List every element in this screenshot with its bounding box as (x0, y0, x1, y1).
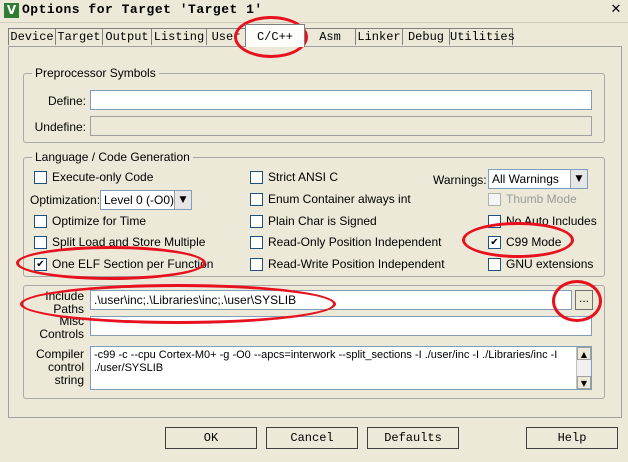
optimization-select[interactable]: Level 0 (-O0) ▼ (100, 190, 192, 210)
warnings-label: Warnings: (433, 173, 487, 187)
cancel-button[interactable]: Cancel (266, 427, 358, 449)
enum-container-label: Enum Container always int (268, 192, 411, 206)
thumb-mode-checkbox: Thumb Mode (488, 192, 577, 206)
language-group: Language / Code Generation Execute-only … (23, 150, 605, 277)
check-icon: ✔ (34, 257, 47, 271)
preprocessor-group: Preprocessor Symbols Define: Undefine: (23, 66, 605, 143)
defaults-button[interactable]: Defaults (367, 427, 459, 449)
chevron-down-icon[interactable]: ▼ (174, 191, 191, 209)
checkbox-box (488, 257, 501, 271)
tab-debug[interactable]: Debug (402, 28, 450, 45)
checkbox-box (250, 257, 263, 271)
enum-container-checkbox[interactable]: Enum Container always int (250, 192, 411, 206)
checkbox-box (488, 214, 501, 228)
gnu-ext-label: GNU extensions (506, 257, 594, 271)
define-input[interactable] (90, 90, 592, 110)
window-title: Options for Target 'Target 1' (22, 2, 263, 17)
plain-char-label: Plain Char is Signed (268, 214, 377, 228)
tab-asm[interactable]: Asm (304, 28, 356, 45)
c99-mode-checkbox[interactable]: ✔ C99 Mode (488, 235, 561, 249)
check-icon: ✔ (488, 235, 501, 249)
split-load-label: Split Load and Store Multiple (52, 235, 206, 249)
optimize-time-label: Optimize for Time (52, 214, 147, 228)
tab-target[interactable]: Target (55, 28, 103, 45)
optimization-label: Optimization: (30, 193, 101, 207)
undefine-input (90, 116, 592, 136)
define-label: Define: (47, 94, 86, 108)
checkbox-box (250, 214, 263, 228)
include-group: Include Paths .\user\inc;.\Libraries\inc… (23, 285, 605, 399)
strict-ansi-checkbox[interactable]: Strict ANSI C (250, 170, 338, 184)
c-cpp-panel: Preprocessor Symbols Define: Undefine: L… (8, 46, 622, 418)
checkbox-box (250, 235, 263, 249)
tab-listing[interactable]: Listing (151, 28, 207, 45)
checkbox-box (34, 235, 47, 249)
tab-device[interactable]: Device (8, 28, 56, 45)
tab-utilities[interactable]: Utilities (449, 28, 515, 45)
ok-button[interactable]: OK (165, 427, 257, 449)
ro-pos-checkbox[interactable]: Read-Only Position Independent (250, 235, 441, 249)
chevron-down-icon[interactable]: ▼ (570, 170, 587, 188)
no-auto-includes-checkbox[interactable]: No Auto Includes (488, 214, 597, 228)
compiler-control-text: -c99 -c --cpu Cortex-M0+ -g -O0 --apcs=i… (94, 349, 558, 374)
checkbox-box (34, 214, 47, 228)
compiler-control-scrollbar[interactable]: ▲ ▼ (576, 347, 591, 389)
misc-controls-input[interactable] (90, 316, 592, 336)
gnu-ext-checkbox[interactable]: GNU extensions (488, 257, 593, 271)
warnings-select[interactable]: All Warnings ▼ (488, 169, 588, 189)
compiler-control-string[interactable]: -c99 -c --cpu Cortex-M0+ -g -O0 --apcs=i… (90, 346, 592, 390)
optimize-time-checkbox[interactable]: Optimize for Time (34, 214, 146, 228)
checkbox-box (250, 192, 263, 206)
keil-app-icon: V (4, 3, 19, 18)
include-paths-label: Include Paths (45, 289, 84, 316)
no-auto-includes-label: No Auto Includes (506, 214, 597, 228)
tab-c-cpp[interactable]: C/C++ (245, 24, 305, 47)
include-paths-browse-button[interactable]: ... (575, 290, 593, 310)
tab-user[interactable]: User (206, 28, 246, 45)
one-elf-checkbox[interactable]: ✔ One ELF Section per Function (34, 257, 213, 271)
tab-output[interactable]: Output (102, 28, 152, 45)
tab-linker[interactable]: Linker (355, 28, 403, 45)
c99-mode-label: C99 Mode (506, 235, 562, 249)
thumb-mode-label: Thumb Mode (506, 192, 577, 206)
execute-only-checkbox[interactable]: Execute-only Code (34, 170, 153, 184)
compiler-control-label: Compiler control string (35, 347, 84, 387)
plain-char-checkbox[interactable]: Plain Char is Signed (250, 214, 377, 228)
title-bar: V Options for Target 'Target 1' ✕ (0, 0, 628, 23)
language-group-title: Language / Code Generation (32, 150, 193, 164)
execute-only-label: Execute-only Code (52, 170, 154, 184)
misc-controls-label: Misc Controls (39, 314, 84, 341)
checkbox-box (488, 192, 501, 206)
optimization-value: Level 0 (-O0) (104, 193, 175, 207)
checkbox-box (250, 170, 263, 184)
options-dialog: V Options for Target 'Target 1' ✕ Device… (0, 0, 628, 462)
strict-ansi-label: Strict ANSI C (268, 170, 339, 184)
rw-pos-label: Read-Write Position Independent (268, 257, 445, 271)
include-paths-input[interactable]: .\user\inc;.\Libraries\inc;.\user\SYSLIB (90, 290, 572, 310)
preprocessor-group-title: Preprocessor Symbols (32, 66, 159, 80)
split-load-checkbox[interactable]: Split Load and Store Multiple (34, 235, 205, 249)
undefine-label: Undefine: (34, 120, 86, 134)
scroll-down-icon[interactable]: ▼ (577, 376, 591, 389)
help-button[interactable]: Help (526, 427, 618, 449)
close-icon[interactable]: ✕ (608, 2, 624, 18)
rw-pos-checkbox[interactable]: Read-Write Position Independent (250, 257, 445, 271)
one-elf-label: One ELF Section per Function (52, 257, 214, 271)
scroll-up-icon[interactable]: ▲ (577, 347, 591, 360)
checkbox-box (34, 170, 47, 184)
warnings-value: All Warnings (492, 172, 559, 186)
ro-pos-label: Read-Only Position Independent (268, 235, 442, 249)
